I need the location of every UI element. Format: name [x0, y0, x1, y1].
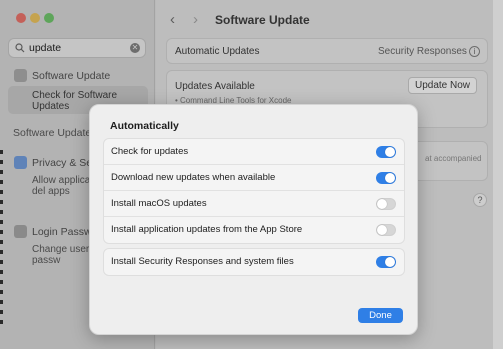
automatic-updates-row[interactable]: Automatic Updates Security Responses i — [166, 38, 488, 64]
window-edge — [493, 0, 503, 349]
option-label: Install Security Responses and system fi… — [111, 256, 294, 267]
option-row-security-responses[interactable]: Install Security Responses and system fi… — [104, 249, 404, 275]
search-field[interactable]: update ✕ — [8, 38, 146, 58]
option-row-download-updates[interactable]: Download new updates when available — [104, 165, 404, 191]
close-window-button[interactable] — [16, 13, 26, 23]
sheet-title: Automatically — [110, 120, 179, 132]
search-icon — [15, 43, 25, 53]
help-button[interactable]: ? — [473, 193, 487, 207]
sidebar-item-software-update[interactable]: Software Update — [32, 70, 110, 82]
automatic-updates-value: Security Responses — [378, 46, 467, 57]
chevron-right-icon[interactable]: › — [193, 11, 198, 28]
security-options-group: Install Security Responses and system fi… — [103, 248, 405, 276]
check-updates-toggle[interactable] — [376, 146, 396, 158]
page-title: Software Update — [215, 13, 310, 27]
install-macos-toggle[interactable] — [376, 198, 396, 210]
search-input[interactable]: update — [29, 42, 61, 54]
done-button[interactable]: Done — [358, 308, 403, 323]
login-password-icon — [14, 225, 27, 238]
dock-fragment — [0, 150, 4, 340]
option-label: Install application updates from the App… — [111, 224, 303, 235]
option-row-install-macos[interactable]: Install macOS updates — [104, 191, 404, 217]
option-row-app-store[interactable]: Install application updates from the App… — [104, 217, 404, 243]
zoom-window-button[interactable] — [44, 13, 54, 23]
option-row-check-updates[interactable]: Check for updates — [104, 139, 404, 165]
minimize-window-button[interactable] — [30, 13, 40, 23]
privacy-hand-icon — [14, 156, 27, 169]
clear-icon[interactable]: ✕ — [130, 43, 140, 53]
updates-available-label: Updates Available — [175, 81, 255, 92]
option-label: Check for updates — [111, 146, 189, 157]
chevron-left-icon[interactable]: ‹ — [170, 11, 175, 28]
sidebar-item-login-password[interactable]: Login Passwo — [32, 226, 97, 238]
app-store-updates-toggle[interactable] — [376, 224, 396, 236]
update-now-button[interactable]: Update Now — [407, 77, 477, 94]
automatic-updates-label: Automatic Updates — [175, 46, 260, 57]
option-label: Install macOS updates — [111, 198, 207, 209]
software-update-icon — [14, 69, 27, 82]
security-responses-toggle[interactable] — [376, 256, 396, 268]
partial-text: at accompanied — [425, 154, 482, 163]
automatic-options-group: Check for updates Download new updates w… — [103, 138, 405, 244]
option-label: Download new updates when available — [111, 172, 276, 183]
download-updates-toggle[interactable] — [376, 172, 396, 184]
automatic-updates-sheet: Automatically Check for updates Download… — [89, 104, 418, 335]
info-icon[interactable]: i — [469, 46, 480, 57]
sidebar-item-privacy[interactable]: Privacy & Se — [32, 157, 92, 169]
